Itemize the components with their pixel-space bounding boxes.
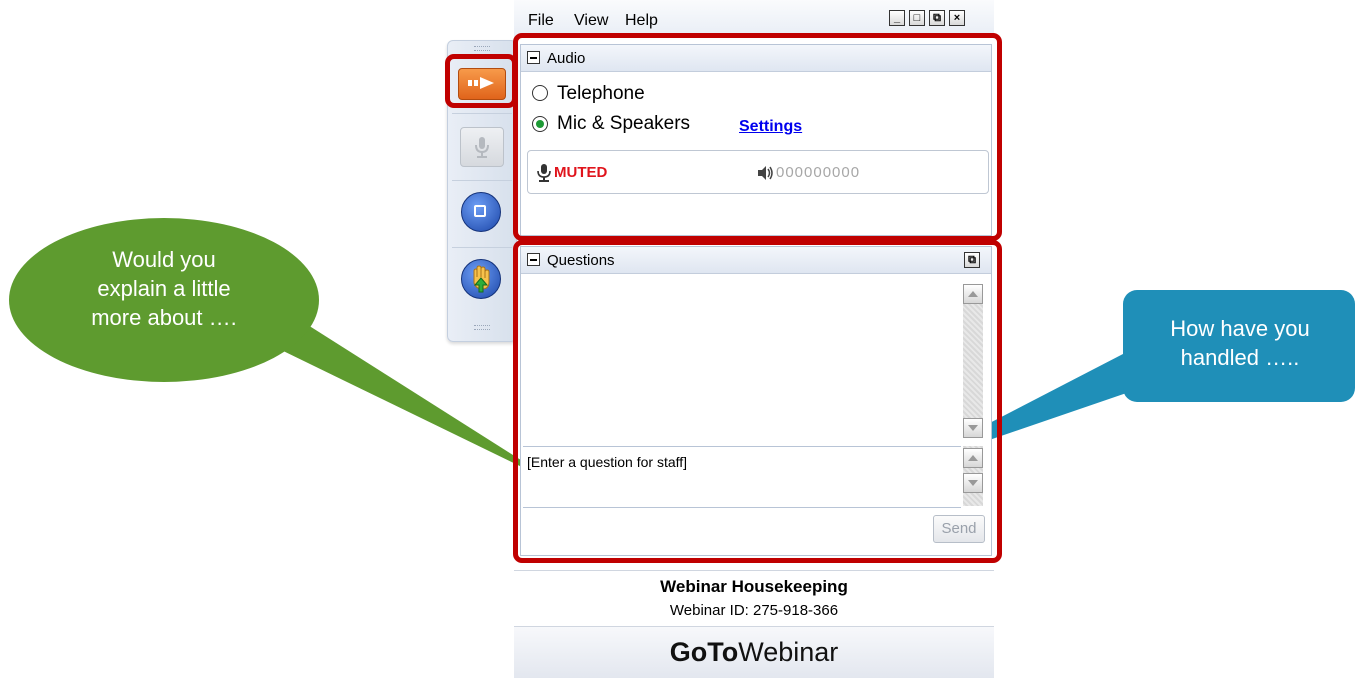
gotowebinar-logo: GoToWebinar — [514, 626, 994, 678]
webinar-id: Webinar ID: 275-918-366 — [669, 602, 839, 619]
detach-button[interactable]: ⧉ — [929, 10, 945, 26]
grip-icon[interactable] — [474, 325, 490, 330]
questions-highlight-frame — [513, 240, 1002, 563]
close-button[interactable]: × — [949, 10, 965, 26]
right-callout-text: How have you handled ….. — [1170, 316, 1310, 370]
raise-hand-icon — [473, 265, 490, 293]
left-callout-text: Would you explain a little more about …. — [91, 247, 237, 330]
webinar-title: Webinar Housekeeping — [660, 577, 848, 596]
stop-button[interactable] — [461, 192, 501, 232]
microphone-button[interactable] — [460, 127, 504, 167]
close-icon: × — [953, 12, 961, 24]
brand-webinar: Webinar — [738, 637, 839, 667]
restore-icon: □ — [913, 12, 921, 24]
toolbar-highlight-frame — [445, 54, 517, 108]
restore-button[interactable]: □ — [909, 10, 925, 26]
popout-icon: ⧉ — [933, 12, 941, 24]
menu-help[interactable]: Help — [625, 12, 658, 30]
minimize-button[interactable]: _ — [889, 10, 905, 26]
audio-highlight-frame — [513, 33, 1002, 241]
webinar-info: Webinar Housekeeping Webinar ID: 275-918… — [514, 570, 994, 627]
menu-file[interactable]: File — [528, 12, 554, 30]
raise-hand-button[interactable] — [461, 259, 501, 299]
menu-view[interactable]: View — [574, 12, 608, 30]
brand-goto: GoTo — [669, 637, 739, 667]
microphone-icon — [475, 137, 489, 158]
grip-icon[interactable] — [474, 46, 490, 51]
stop-icon — [474, 205, 486, 217]
minimize-icon: _ — [893, 12, 901, 24]
